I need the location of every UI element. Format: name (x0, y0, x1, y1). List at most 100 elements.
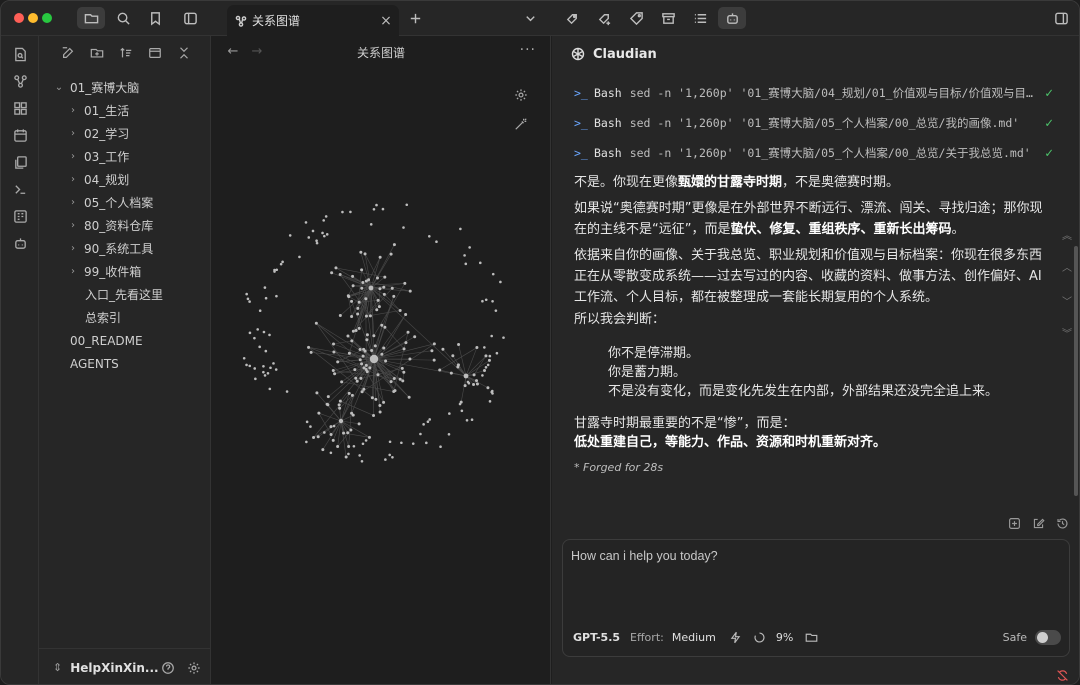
graph-node[interactable] (368, 366, 372, 370)
graph-node[interactable] (478, 261, 482, 265)
graph-node[interactable] (419, 432, 422, 436)
graph-node[interactable] (368, 314, 372, 318)
graph-node[interactable] (288, 234, 292, 237)
claudian-button[interactable] (718, 7, 746, 29)
tree-file[interactable]: 00_README (39, 329, 211, 352)
graph-node[interactable] (353, 368, 357, 372)
graph-canvas[interactable] (211, 66, 551, 685)
graph-node[interactable] (391, 455, 394, 459)
scroll-down-icon[interactable]: ﹀ (1059, 292, 1075, 308)
graph-node[interactable] (435, 240, 438, 243)
graph-node[interactable] (356, 306, 360, 310)
graph-node[interactable] (426, 420, 430, 424)
graph-node[interactable] (364, 314, 368, 318)
vault-switch-icon[interactable]: ⇕ (53, 661, 62, 674)
graph-node[interactable] (347, 351, 351, 355)
graph-node[interactable] (258, 309, 262, 313)
graph-node[interactable] (324, 215, 328, 218)
graph-node[interactable] (382, 400, 386, 404)
graph-node[interactable] (441, 347, 445, 351)
graph-node[interactable] (351, 329, 355, 333)
graph-node[interactable] (309, 350, 313, 354)
graph-node[interactable] (263, 286, 267, 289)
graph-node[interactable] (490, 334, 493, 338)
graph-node[interactable] (342, 431, 346, 435)
graph-node[interactable] (363, 252, 367, 256)
scroll-up-icon[interactable]: ︿ (1059, 258, 1075, 274)
graph-node[interactable] (382, 292, 386, 296)
graph-node[interactable] (350, 315, 354, 319)
graph-node[interactable] (312, 436, 316, 440)
graph-node[interactable] (336, 445, 340, 449)
graph-node[interactable] (459, 227, 462, 231)
graph-node[interactable] (472, 373, 476, 377)
graph-node[interactable] (360, 390, 364, 394)
graph-node[interactable] (459, 400, 463, 404)
graph-node[interactable] (332, 342, 336, 346)
graph-node[interactable] (484, 354, 488, 358)
graph-node[interactable] (258, 345, 261, 349)
graph-node[interactable] (358, 358, 362, 362)
graph-node[interactable] (376, 298, 380, 302)
vault-name[interactable]: HelpXinXin... (70, 661, 159, 675)
graph-node[interactable] (364, 439, 368, 442)
graph-node[interactable] (375, 276, 379, 280)
graph-node[interactable] (367, 435, 371, 439)
graph-node[interactable] (456, 363, 460, 367)
graph-node[interactable] (488, 400, 492, 403)
graph-node[interactable] (432, 342, 436, 346)
new-chat-button[interactable] (1007, 516, 1021, 530)
graph-node[interactable] (369, 223, 373, 226)
graph-node[interactable] (346, 334, 350, 338)
graph-node[interactable] (323, 431, 326, 434)
graph-node[interactable] (355, 379, 359, 383)
graph-node[interactable] (370, 396, 374, 400)
graph-node[interactable] (359, 376, 363, 380)
graph-node[interactable] (380, 323, 384, 327)
tree-file[interactable]: 总索引 (39, 306, 211, 329)
graph-node[interactable] (486, 363, 490, 367)
graph-node[interactable] (281, 260, 284, 264)
maximize-window-button[interactable] (42, 13, 52, 23)
ribbon-bot[interactable] (10, 233, 30, 253)
graph-node[interactable] (274, 368, 278, 371)
graph-node[interactable] (331, 368, 335, 372)
tab-graph-view[interactable]: 关系图谱 × (227, 5, 399, 36)
graph-node[interactable] (338, 273, 342, 277)
graph-node[interactable] (475, 379, 479, 383)
graph-node[interactable] (333, 372, 337, 376)
graph-node[interactable] (350, 339, 354, 343)
graph-node[interactable] (448, 412, 451, 415)
graph-node[interactable] (360, 286, 364, 290)
graph-node[interactable] (338, 399, 342, 403)
graph-node[interactable] (364, 297, 368, 301)
graph-node[interactable] (307, 236, 311, 239)
graph-node[interactable] (360, 362, 364, 366)
files-view-button[interactable] (77, 7, 105, 29)
graph-node[interactable] (470, 418, 474, 421)
minimize-window-button[interactable] (28, 13, 38, 23)
graph-node[interactable] (378, 287, 382, 291)
graph-node[interactable] (326, 395, 330, 399)
graph-node[interactable] (430, 349, 434, 353)
graph-node[interactable] (360, 268, 364, 272)
graph-node[interactable] (321, 231, 324, 235)
graph-node[interactable] (369, 354, 379, 364)
graph-node[interactable] (264, 349, 268, 353)
tree-folder[interactable]: › 04_规划 (39, 168, 211, 191)
graph-node[interactable] (482, 368, 486, 372)
graph-node[interactable] (347, 452, 350, 456)
collapse-all-button[interactable] (175, 44, 193, 62)
graph-node[interactable] (332, 350, 336, 354)
graph-node[interactable] (253, 336, 256, 340)
graph-node[interactable] (390, 286, 394, 290)
graph-node[interactable] (491, 272, 495, 276)
graph-node[interactable] (365, 333, 369, 337)
ribbon-graph[interactable] (10, 71, 30, 91)
graph-node[interactable] (329, 425, 333, 429)
attach-folder-button[interactable] (803, 629, 819, 645)
tags-button[interactable] (622, 7, 650, 29)
graph-node[interactable] (402, 347, 406, 351)
graph-node[interactable] (447, 432, 451, 436)
graph-node[interactable] (383, 325, 387, 329)
